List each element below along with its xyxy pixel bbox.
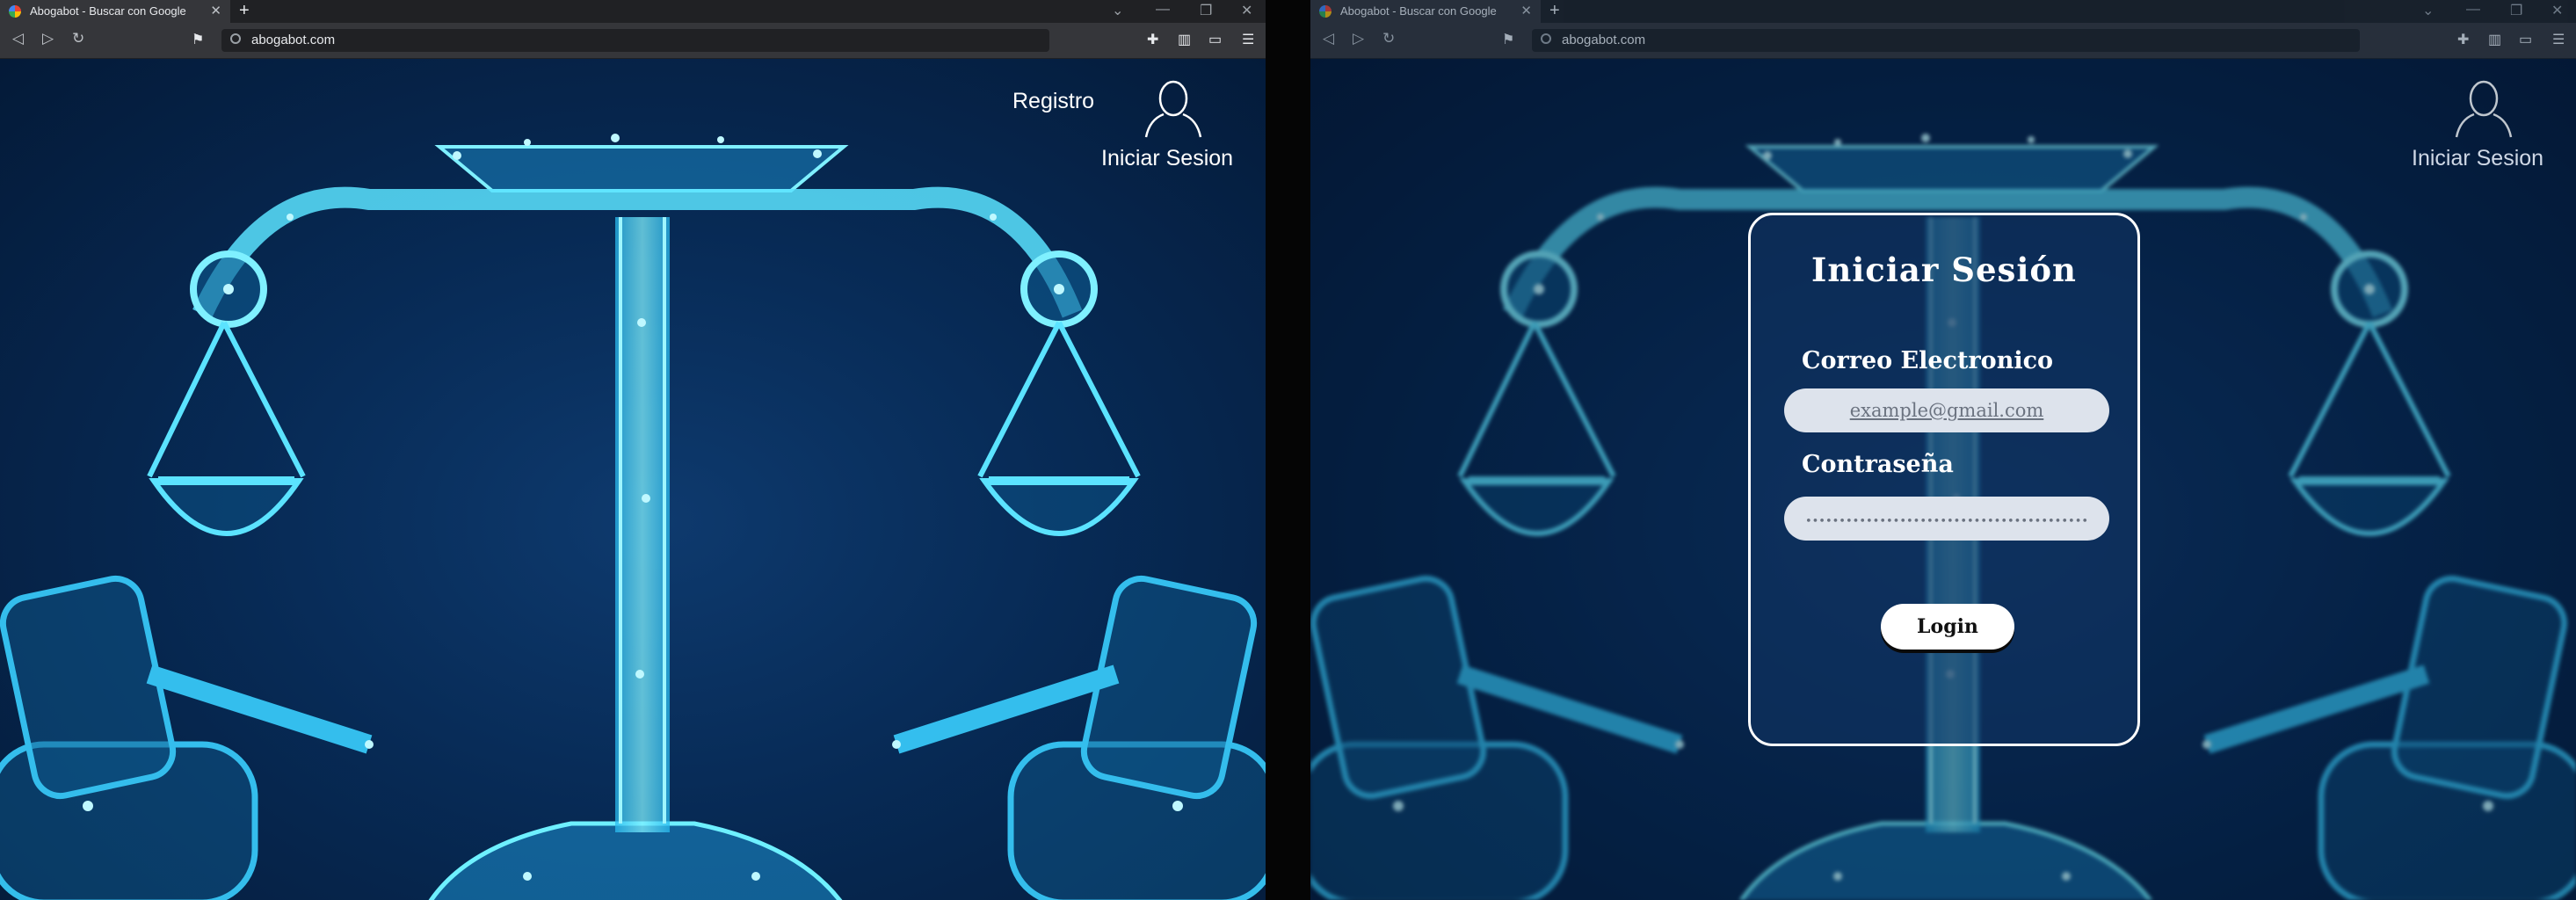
new-tab-icon[interactable]: + — [239, 1, 250, 21]
google-favicon-icon — [9, 5, 21, 18]
tab-close-icon[interactable]: ✕ — [1520, 3, 1532, 18]
address-bar[interactable]: abogabot.com — [1532, 29, 2360, 52]
restore-icon[interactable]: ❐ — [1200, 2, 1212, 19]
profile-wallet-icon[interactable]: ▭ — [2519, 31, 2532, 48]
browser-toolbar: ◁ ▷ ↻ ⚑ abogabot.com ✚ ▥ ▭ ☰ — [1310, 23, 2576, 59]
modal-title: Iniciar Sesión — [1811, 250, 2077, 289]
reload-icon[interactable]: ↻ — [1382, 30, 1395, 47]
extensions-icon[interactable]: ✚ — [1147, 31, 1158, 48]
login-button[interactable]: Login — [1881, 604, 2014, 650]
forward-icon[interactable]: ▷ — [42, 30, 54, 47]
screen-divider — [1266, 0, 1310, 900]
tab-strip: Abogabot - Buscar con Google ✕ + ⌄ — ❐ ✕ — [1310, 0, 2576, 23]
password-field[interactable] — [1784, 497, 2109, 541]
side-panel-icon[interactable]: ▥ — [1178, 31, 1191, 48]
window-close-icon[interactable]: ✕ — [1241, 2, 1252, 19]
login-link[interactable]: Iniciar Sesion — [2412, 146, 2543, 171]
user-icon[interactable] — [2453, 79, 2514, 139]
new-tab-icon[interactable]: + — [1549, 1, 1560, 21]
login-link[interactable]: Iniciar Sesion — [1101, 146, 1233, 171]
tab-strip: Abogabot - Buscar con Google ✕ + ⌄ — ❐ ✕ — [0, 0, 1266, 23]
back-icon[interactable]: ◁ — [1323, 30, 1334, 47]
tab-search-icon[interactable]: ⌄ — [1112, 2, 1123, 19]
login-modal: Iniciar Sesión Correo Electronico Contra… — [1748, 213, 2140, 746]
url-text: abogabot.com — [1562, 33, 1646, 47]
back-icon[interactable]: ◁ — [12, 30, 24, 47]
tab-search-icon[interactable]: ⌄ — [2422, 2, 2434, 19]
profile-wallet-icon[interactable]: ▭ — [1208, 31, 1222, 48]
forward-icon[interactable]: ▷ — [1353, 30, 1364, 47]
email-label: Correo Electronico — [1802, 347, 2054, 374]
address-bar[interactable]: abogabot.com — [221, 29, 1049, 52]
password-label: Contraseña — [1802, 451, 1954, 478]
hero-background — [0, 59, 1266, 900]
menu-icon[interactable]: ☰ — [1242, 31, 1254, 48]
register-link[interactable]: Registro — [1012, 89, 1094, 114]
extensions-icon[interactable]: ✚ — [2457, 31, 2469, 48]
browser-tab[interactable]: Abogabot - Buscar con Google ✕ — [0, 0, 230, 23]
bookmark-icon[interactable]: ⚑ — [192, 31, 204, 48]
browser-window-landing: Abogabot - Buscar con Google ✕ + ⌄ — ❐ ✕… — [0, 0, 1266, 900]
browser-window-login-modal: Abogabot - Buscar con Google ✕ + ⌄ — ❐ ✕… — [1310, 0, 2576, 900]
site-info-icon[interactable] — [230, 33, 241, 44]
google-favicon-icon — [1319, 5, 1332, 18]
minimize-icon[interactable]: — — [2466, 2, 2480, 18]
bookmark-icon[interactable]: ⚑ — [1502, 31, 1514, 48]
window-close-icon[interactable]: ✕ — [2551, 2, 2563, 19]
minimize-icon[interactable]: — — [1156, 2, 1170, 18]
restore-icon[interactable]: ❐ — [2510, 2, 2522, 19]
justice-scales-illustration — [0, 59, 1266, 900]
tab-close-icon[interactable]: ✕ — [210, 3, 221, 18]
tab-title: Abogabot - Buscar con Google — [30, 4, 186, 18]
browser-toolbar: ◁ ▷ ↻ ⚑ abogabot.com ✚ ▥ ▭ ☰ — [0, 23, 1266, 59]
menu-icon[interactable]: ☰ — [2552, 31, 2565, 48]
tab-title: Abogabot - Buscar con Google — [1340, 4, 1497, 18]
user-icon[interactable] — [1143, 79, 1204, 139]
email-field[interactable] — [1784, 388, 2109, 432]
reload-icon[interactable]: ↻ — [72, 30, 84, 47]
site-info-icon[interactable] — [1541, 33, 1551, 44]
browser-tab[interactable]: Abogabot - Buscar con Google ✕ — [1310, 0, 1541, 23]
url-text: abogabot.com — [251, 33, 336, 47]
side-panel-icon[interactable]: ▥ — [2488, 31, 2501, 48]
